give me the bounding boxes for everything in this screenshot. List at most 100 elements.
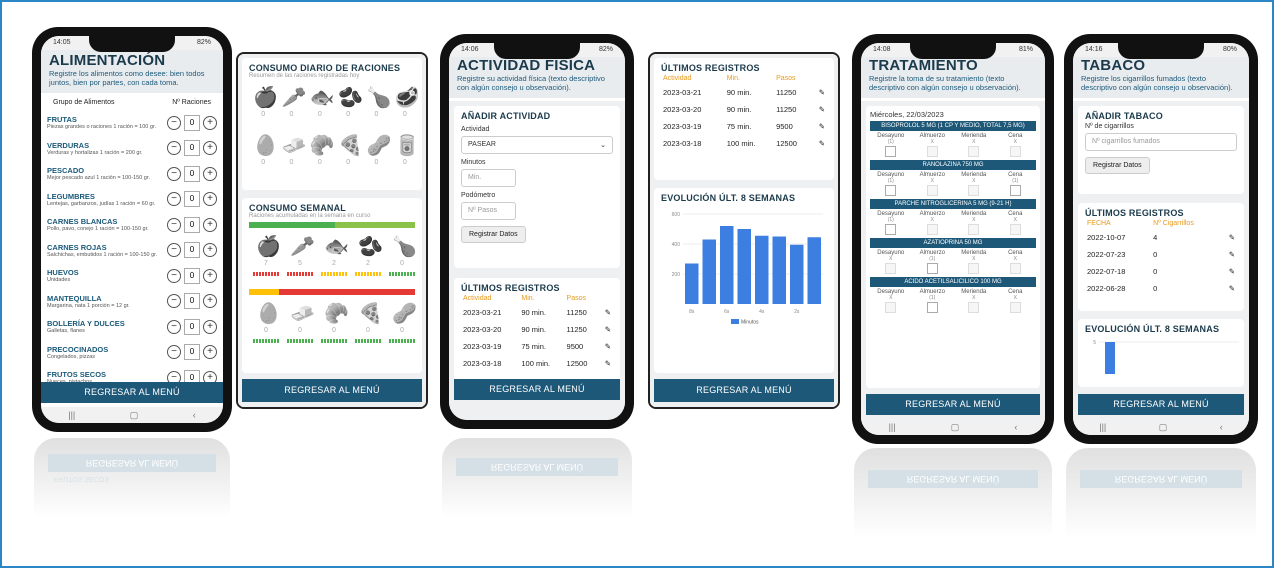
back-to-menu-button[interactable]: REGRESAR AL MENÚ bbox=[866, 394, 1040, 415]
minus-icon[interactable]: − bbox=[167, 243, 181, 258]
ration-count[interactable]: 0 bbox=[184, 242, 200, 259]
food-row: FRUTAS Piezas grandes o raciones 1 ración… bbox=[41, 110, 223, 136]
food-name: CARNES ROJAS bbox=[47, 242, 107, 252]
home-icon[interactable]: ▢ bbox=[130, 410, 139, 421]
minus-icon[interactable]: − bbox=[167, 141, 181, 156]
recents-icon[interactable]: ||| bbox=[1099, 422, 1106, 432]
minus-icon[interactable]: − bbox=[167, 217, 181, 232]
plus-icon[interactable]: + bbox=[203, 217, 217, 232]
ration-count[interactable]: 0 bbox=[184, 165, 200, 182]
steps-input[interactable]: Nº Pasos bbox=[461, 202, 516, 220]
food-row: PESCADO Mejor pescado azul 1 ración = 100… bbox=[41, 161, 223, 187]
dose-slot: Desayuno X bbox=[870, 250, 912, 274]
recents-icon[interactable]: ||| bbox=[68, 410, 75, 420]
plus-icon[interactable]: + bbox=[203, 141, 217, 156]
home-icon[interactable]: ▢ bbox=[951, 422, 960, 433]
edit-pencil-icon[interactable]: ✎ bbox=[1221, 263, 1237, 280]
back-to-menu-button[interactable]: REGRESAR AL MENÚ bbox=[242, 379, 422, 402]
ration-count[interactable]: 0 bbox=[184, 267, 200, 284]
minutes-input[interactable]: Min. bbox=[461, 169, 516, 187]
edit-pencil-icon[interactable]: ✎ bbox=[599, 338, 613, 355]
edit-pencil-icon[interactable]: ✎ bbox=[1221, 246, 1237, 263]
back-to-menu-button[interactable]: REGRESAR AL MENÚ bbox=[1078, 394, 1244, 415]
minus-icon[interactable]: − bbox=[167, 319, 181, 334]
back-icon[interactable]: ‹ bbox=[1220, 422, 1223, 432]
dose-checkbox[interactable] bbox=[885, 146, 897, 157]
register-data-button[interactable]: Registrar Datos bbox=[461, 226, 526, 243]
dose-checkbox[interactable] bbox=[885, 185, 897, 196]
register-data-button[interactable]: Registrar Datos bbox=[1085, 157, 1150, 174]
food-group-icon: 🍕 bbox=[358, 303, 383, 325]
edit-pencil-icon[interactable]: ✎ bbox=[1221, 229, 1237, 246]
dose-checkbox[interactable] bbox=[1009, 185, 1021, 196]
food-group-icon: 🐟 bbox=[309, 87, 335, 109]
minus-icon[interactable]: − bbox=[167, 166, 181, 181]
card-registros: ÚLTIMOS REGISTROS Actividad Min. Pasos 2023… bbox=[648, 52, 840, 409]
back-to-menu-button[interactable]: REGRESAR AL MENÚ bbox=[41, 382, 223, 403]
food-group-icon: 🍎 bbox=[256, 236, 281, 258]
minus-icon[interactable]: − bbox=[167, 268, 181, 283]
edit-pencil-icon[interactable]: ✎ bbox=[812, 84, 828, 101]
food-info: CARNES BLANCAS Pollo, pavo, conejo 1 raci… bbox=[47, 217, 167, 232]
battery-level: 82% bbox=[598, 46, 613, 53]
page-description: Registre los alimentos como desee: bien … bbox=[49, 69, 205, 87]
plus-icon[interactable]: + bbox=[203, 268, 217, 283]
ration-count[interactable]: 0 bbox=[184, 216, 200, 233]
dose-checkbox bbox=[926, 146, 938, 157]
edit-pencil-icon[interactable]: ✎ bbox=[599, 321, 613, 338]
activity-select[interactable]: PASEAR ⌄ bbox=[461, 136, 613, 154]
plus-icon[interactable]: + bbox=[203, 319, 217, 334]
slot-mark: X bbox=[1013, 217, 1017, 223]
minus-icon[interactable]: − bbox=[167, 294, 181, 309]
food-name: LEGUMBRES bbox=[47, 191, 95, 201]
legend-swatch bbox=[731, 319, 739, 324]
table-cell: 2022-07-23 bbox=[1087, 250, 1126, 259]
plus-icon[interactable]: + bbox=[203, 345, 217, 360]
home-icon[interactable]: ▢ bbox=[1159, 422, 1168, 433]
plus-icon[interactable]: + bbox=[203, 243, 217, 258]
food-group-icon: 🍗 bbox=[366, 87, 392, 109]
plus-icon[interactable]: + bbox=[203, 192, 217, 207]
ration-count[interactable]: 0 bbox=[184, 318, 200, 335]
edit-pencil-icon[interactable]: ✎ bbox=[812, 135, 828, 152]
medication-block: PARCHE NITROGLICERINA 5 MG (9-21 H) Desay… bbox=[870, 199, 1036, 235]
cigarettes-input[interactable]: Nº cigarrillos fumados bbox=[1085, 133, 1237, 151]
plus-icon[interactable]: + bbox=[203, 294, 217, 309]
dose-checkbox bbox=[926, 224, 938, 235]
dose-checkbox[interactable] bbox=[885, 224, 897, 235]
edit-pencil-icon[interactable]: ✎ bbox=[599, 304, 613, 321]
ration-count[interactable]: 0 bbox=[184, 191, 200, 208]
chart-bar bbox=[685, 263, 699, 304]
medication-list: BISOPROLOL 5 MG (1 CP Y MEDIO, TOTAL 7,5… bbox=[870, 121, 1036, 313]
recents-icon[interactable]: ||| bbox=[889, 422, 896, 432]
edit-pencil-icon[interactable]: ✎ bbox=[812, 118, 828, 135]
records-table: Actividad Min. Pasos 2023-03-21 90 min. 11250… bbox=[661, 73, 827, 152]
slot-mark: (1) bbox=[929, 295, 936, 301]
minus-icon[interactable]: − bbox=[167, 192, 181, 207]
table-header-row: Actividad Min. Pasos bbox=[461, 293, 613, 304]
y-tick-label: 600 bbox=[672, 212, 681, 218]
edit-pencil-icon[interactable]: ✎ bbox=[812, 101, 828, 118]
ration-count[interactable]: 0 bbox=[184, 114, 200, 131]
ration-value: 0 bbox=[298, 327, 302, 334]
table-cell: 2022-06-28 bbox=[1087, 284, 1126, 293]
edit-pencil-icon[interactable]: ✎ bbox=[1221, 280, 1237, 297]
dose-checkbox[interactable] bbox=[926, 263, 938, 274]
back-to-menu-button[interactable]: REGRESAR AL MENÚ bbox=[454, 379, 620, 400]
plus-icon[interactable]: + bbox=[203, 166, 217, 181]
page-title: ALIMENTACIÓN bbox=[49, 52, 166, 69]
minus-icon[interactable]: − bbox=[167, 115, 181, 130]
edit-pencil-icon[interactable]: ✎ bbox=[599, 355, 613, 372]
ration-count[interactable]: 0 bbox=[184, 140, 200, 157]
back-to-menu-button[interactable]: REGRESAR AL MENÚ bbox=[654, 379, 834, 402]
dose-slots: Desayuno (1) Almuerzo X Merienda X Cena (1) bbox=[870, 172, 1036, 196]
back-icon[interactable]: ‹ bbox=[193, 410, 196, 420]
dose-checkbox[interactable] bbox=[926, 302, 938, 313]
food-info: PESCADO Mejor pescado azul 1 ración = 100… bbox=[47, 166, 167, 181]
minus-icon[interactable]: − bbox=[167, 345, 181, 360]
back-icon[interactable]: ‹ bbox=[1014, 422, 1017, 432]
ration-count[interactable]: 0 bbox=[184, 344, 200, 361]
plus-icon[interactable]: + bbox=[203, 115, 217, 130]
pedometer-label: Podómetro bbox=[461, 192, 496, 199]
ration-count[interactable]: 0 bbox=[184, 293, 200, 310]
